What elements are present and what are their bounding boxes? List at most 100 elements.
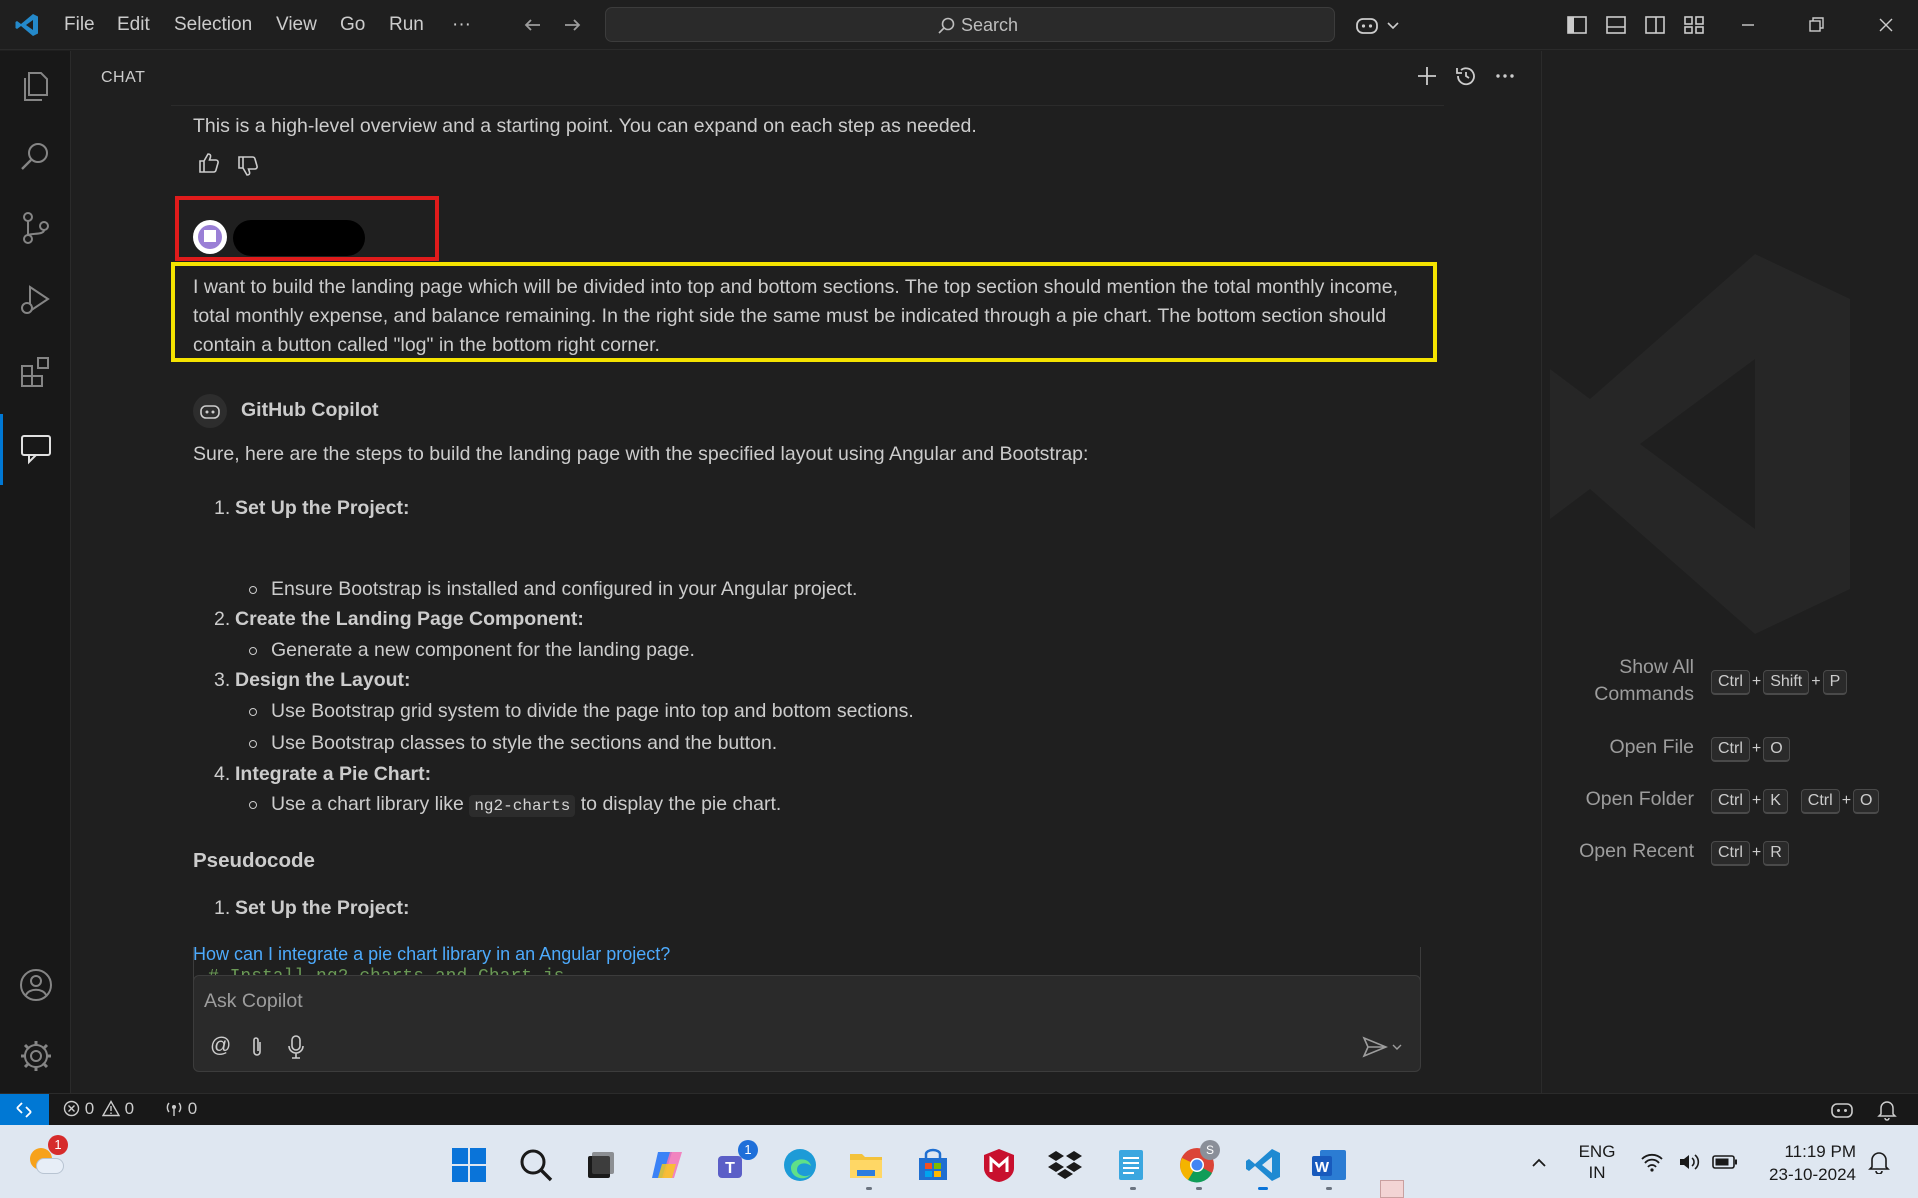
chat-history-icon[interactable]	[1453, 63, 1479, 89]
accounts-icon[interactable]	[17, 966, 55, 1004]
explorer-icon[interactable]	[17, 67, 55, 105]
search-view-icon[interactable]	[17, 138, 55, 176]
active-indicator	[0, 414, 3, 485]
menu-view[interactable]: View	[276, 14, 317, 36]
copilot-app-icon[interactable]	[648, 1146, 686, 1184]
language-indicator[interactable]: ENG IN	[1578, 1141, 1616, 1183]
mcafee-icon[interactable]	[980, 1146, 1018, 1184]
microphone-icon[interactable]	[286, 1034, 306, 1060]
menu-edit[interactable]: Edit	[117, 14, 150, 36]
notification-center-bell-icon[interactable]	[1868, 1150, 1890, 1174]
word-icon[interactable]: W	[1310, 1146, 1348, 1184]
step-4-number: 4.	[214, 763, 231, 785]
step-3-number: 3.	[214, 669, 231, 691]
active-running-indicator	[1258, 1187, 1268, 1190]
problems-indicator[interactable]: 0 0	[63, 1099, 134, 1119]
running-indicator	[1130, 1187, 1136, 1190]
error-icon	[63, 1100, 80, 1117]
close-icon[interactable]	[1873, 12, 1899, 38]
back-arrow-icon[interactable]	[520, 12, 546, 38]
title-bar: File Edit Selection View Go Run ··· Sear…	[0, 0, 1918, 50]
taskbar-search-icon[interactable]	[517, 1146, 555, 1184]
menu-more[interactable]: ···	[452, 14, 471, 36]
activity-bar	[0, 51, 71, 1093]
menu-run[interactable]: Run	[389, 14, 424, 36]
menu-go[interactable]: Go	[340, 14, 365, 36]
thumbs-up-icon[interactable]	[197, 151, 221, 175]
toggle-sidebar-icon[interactable]	[1564, 12, 1590, 38]
step-1-title: Set Up the Project:	[235, 497, 410, 519]
remote-indicator[interactable]	[0, 1094, 49, 1125]
step-3-bullet-2: Use Bootstrap classes to style the secti…	[271, 732, 778, 754]
clock[interactable]: 11:19 PM 23-10-2024	[1756, 1140, 1856, 1186]
attach-paperclip-icon[interactable]	[247, 1035, 267, 1059]
svg-text:W: W	[1315, 1159, 1330, 1176]
notifications-bell-icon[interactable]	[1877, 1099, 1897, 1121]
thumbs-down-icon[interactable]	[236, 154, 260, 178]
extensions-icon[interactable]	[17, 353, 55, 391]
broadcast-icon	[166, 1102, 182, 1116]
chat-input-box[interactable]: Ask Copilot @	[193, 975, 1421, 1072]
vscode-taskbar-icon[interactable]	[1244, 1146, 1282, 1184]
mention-at-icon[interactable]: @	[210, 1034, 231, 1058]
menu-file[interactable]: File	[64, 14, 95, 36]
shortcut-open-recent-keys: Ctrl + R	[1709, 841, 1791, 866]
windows-start-icon[interactable]	[450, 1146, 488, 1184]
suggested-followup-link[interactable]: How can I integrate a pie chart library …	[193, 940, 670, 969]
chat-input-placeholder[interactable]: Ask Copilot	[204, 990, 303, 1013]
bullet-marker	[249, 801, 257, 809]
step-4-bullet-prefix: Use a chart library like	[271, 793, 470, 815]
error-count: 0	[84, 1099, 95, 1118]
send-options-chevron-icon[interactable]	[1390, 1040, 1404, 1054]
menu-selection[interactable]: Selection	[174, 14, 252, 36]
toggle-secondary-sidebar-icon[interactable]	[1642, 12, 1668, 38]
customize-layout-icon[interactable]	[1681, 12, 1707, 38]
step-2-bullet-1: Generate a new component for the landing…	[271, 639, 695, 661]
clock-date: 23-10-2024	[1769, 1165, 1856, 1184]
task-view-icon[interactable]	[582, 1146, 620, 1184]
copilot-status-icon[interactable]	[1830, 1099, 1854, 1120]
shortcut-open-file-label: Open File	[1609, 736, 1694, 758]
status-bar: 0 0 0	[0, 1093, 1918, 1125]
pseudo-step-title: Set Up the Project:	[235, 897, 410, 919]
step-2-number: 2.	[214, 608, 231, 630]
source-control-icon[interactable]	[17, 209, 55, 247]
minimize-icon[interactable]	[1735, 12, 1761, 38]
send-icon[interactable]	[1362, 1036, 1388, 1058]
forward-arrow-icon[interactable]	[559, 12, 585, 38]
battery-icon[interactable]	[1712, 1153, 1738, 1171]
toggle-panel-icon[interactable]	[1603, 12, 1629, 38]
dropbox-icon[interactable]	[1046, 1146, 1084, 1184]
restore-icon[interactable]	[1803, 12, 1829, 38]
new-chat-plus-icon[interactable]	[1414, 63, 1440, 89]
key-plus: +	[1751, 792, 1762, 809]
step-1-number: 1.	[214, 497, 231, 519]
run-debug-icon[interactable]	[17, 280, 55, 318]
notepad-icon[interactable]	[1112, 1146, 1150, 1184]
search-label: Search	[961, 15, 1019, 35]
weather-widget[interactable]: 1	[28, 1135, 68, 1178]
ports-indicator[interactable]: 0	[165, 1099, 197, 1119]
microsoft-store-icon[interactable]	[914, 1146, 952, 1184]
vscode-logo-icon	[15, 14, 38, 36]
more-actions-icon[interactable]	[1492, 63, 1518, 89]
vscode-watermark-icon	[1550, 254, 1850, 634]
assistant-intro: Sure, here are the steps to build the la…	[193, 443, 1089, 465]
key: Ctrl	[1711, 670, 1750, 695]
chat-icon[interactable]	[17, 429, 55, 467]
volume-icon[interactable]	[1677, 1151, 1701, 1173]
user-highlight-box	[175, 196, 439, 261]
chevron-down-icon[interactable]	[1380, 12, 1406, 38]
copilot-icon[interactable]	[1354, 12, 1380, 38]
wifi-icon[interactable]	[1640, 1151, 1664, 1173]
pinned-app-partial-icon[interactable]	[1380, 1180, 1404, 1198]
settings-gear-icon[interactable]	[17, 1037, 55, 1075]
search-icon	[938, 17, 955, 34]
system-tray-chevron-up-icon[interactable]	[1528, 1152, 1550, 1174]
command-center-search[interactable]: Search	[605, 7, 1335, 42]
shortcut-show-all-line1: Show All	[1619, 656, 1694, 678]
bullet-marker	[249, 708, 257, 716]
file-explorer-icon[interactable]	[847, 1146, 885, 1184]
edge-browser-icon[interactable]	[781, 1146, 819, 1184]
warning-count: 0	[124, 1099, 135, 1118]
